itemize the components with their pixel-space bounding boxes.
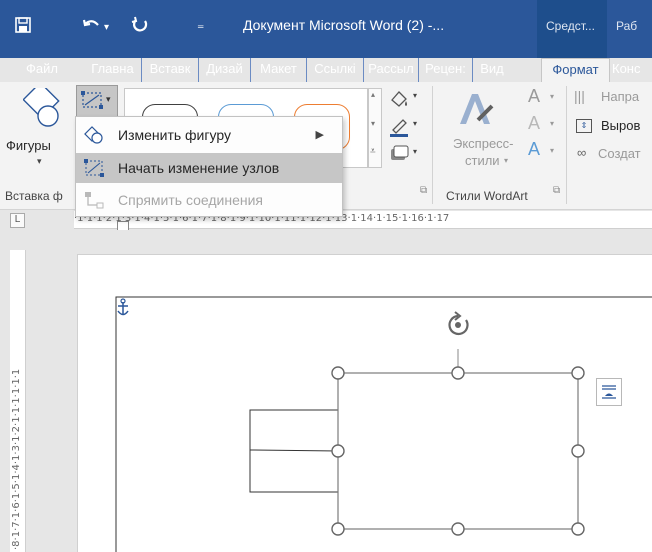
layout-options-button[interactable] <box>596 378 622 406</box>
resize-handle-top-left[interactable] <box>331 366 345 380</box>
reroute-connectors-icon <box>84 191 104 209</box>
edit-shape-menu: Изменить фигуру ▶ Начать изменение узлов… <box>75 116 343 217</box>
resize-handle-left[interactable] <box>331 444 345 458</box>
resize-handle-top[interactable] <box>451 366 465 380</box>
anchor-icon <box>117 298 129 316</box>
menu-item-label: Спрямить соединения <box>118 192 264 208</box>
menu-item-label: Изменить фигуру <box>118 127 231 143</box>
resize-handle-bottom[interactable] <box>451 522 465 536</box>
change-shape-icon <box>84 126 104 144</box>
menu-item-label: Начать изменение узлов <box>118 160 280 176</box>
edit-points-icon <box>84 159 104 177</box>
menu-item-change-shape[interactable]: Изменить фигуру ▶ <box>76 120 342 150</box>
menu-item-edit-points[interactable]: Начать изменение узлов <box>76 153 342 183</box>
resize-handle-right[interactable] <box>571 444 585 458</box>
large-rectangle-shape[interactable] <box>337 372 579 530</box>
submenu-arrow-icon: ▶ <box>315 129 324 141</box>
menu-item-reroute-connectors: Спрямить соединения <box>76 185 342 215</box>
drawing-canvas[interactable] <box>0 0 652 552</box>
rotate-handle-icon[interactable] <box>448 311 469 336</box>
resize-handle-bottom-left[interactable] <box>331 522 345 536</box>
resize-handle-bottom-right[interactable] <box>571 522 585 536</box>
layout-options-icon <box>602 385 616 399</box>
resize-handle-top-right[interactable] <box>571 366 585 380</box>
